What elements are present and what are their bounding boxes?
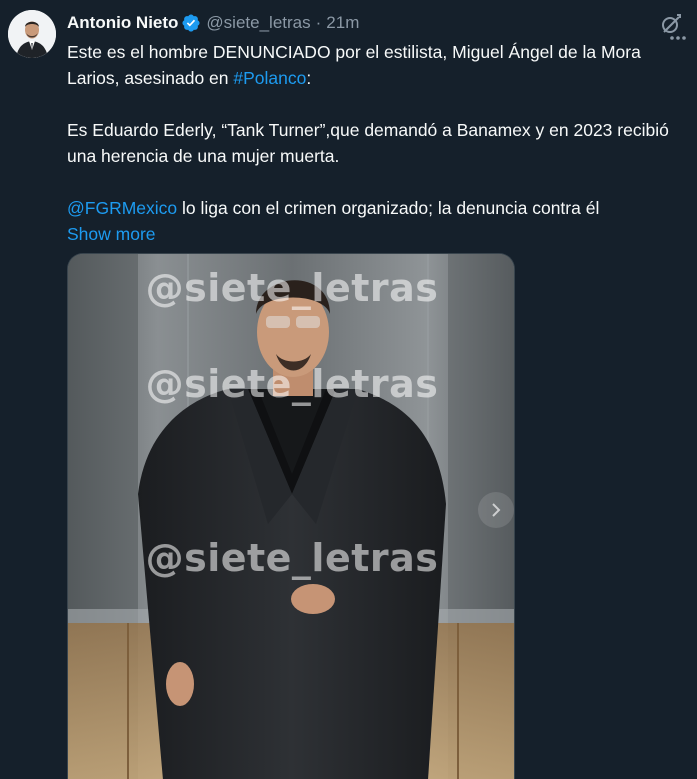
paragraph-2: Es Eduardo Ederly, “Tank Turner”,que dem…	[67, 120, 669, 166]
mention-link[interactable]: @FGRMexico	[67, 198, 177, 218]
timestamp[interactable]: 21m	[326, 13, 359, 33]
tweet-photo[interactable]: @siete_letras @siete_letras @siete_letra…	[67, 253, 515, 779]
grok-icon[interactable]	[659, 12, 683, 36]
paragraph-1: Este es el hombre DENUNCIADO por el esti…	[67, 39, 692, 91]
text-segment: :	[306, 68, 312, 88]
chevron-right-icon[interactable]	[478, 492, 514, 528]
photo-image	[68, 254, 514, 779]
text-segment: Este es el hombre DENUNCIADO por el esti…	[67, 42, 641, 88]
verified-badge-icon	[181, 13, 201, 33]
separator: ·	[315, 13, 322, 32]
tweet-text: Este es el hombre DENUNCIADO por el esti…	[67, 39, 692, 247]
paragraph-3: @FGRMexico lo liga con el crimen organiz…	[67, 195, 692, 221]
show-more-link[interactable]: Show more	[67, 221, 156, 247]
handle[interactable]: @siete_letras	[206, 13, 310, 33]
hashtag-link[interactable]: #Polanco	[233, 68, 306, 88]
tweet[interactable]: Antonio Nieto @siete_letras · 21m Este e…	[0, 0, 697, 779]
tweet-header: Antonio Nieto @siete_letras · 21m	[67, 12, 359, 34]
avatar[interactable]	[8, 10, 56, 58]
display-name[interactable]: Antonio Nieto	[67, 13, 178, 33]
avatar-image	[8, 10, 56, 58]
text-segment: lo liga con el crimen organizado; la den…	[177, 198, 600, 218]
